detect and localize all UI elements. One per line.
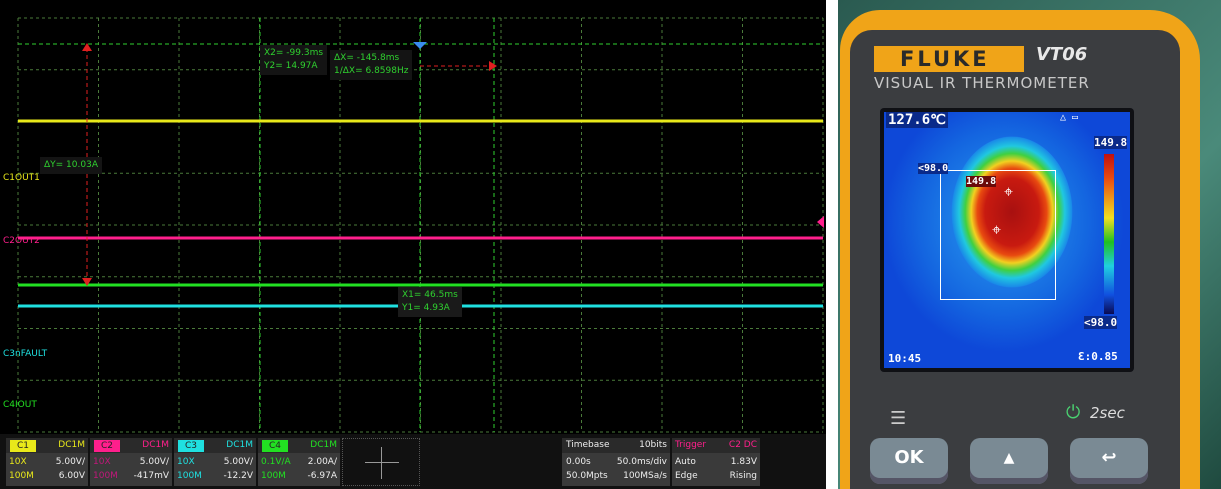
trigger-position-icon[interactable] xyxy=(413,42,427,49)
back-button[interactable]: ↩ xyxy=(1070,438,1148,484)
offset: -6.97A xyxy=(307,471,337,481)
trigger-level-icon[interactable] xyxy=(817,216,824,228)
offset: -12.2V xyxy=(223,471,253,481)
brand-logo: FLUKE xyxy=(874,46,1024,72)
scale: 5.00V/ xyxy=(223,457,253,467)
device-subtitle: VISUAL IR THERMOMETER xyxy=(874,74,1090,92)
channel-panel-c4[interactable]: C4 DC1M 0.1V/A 2.00A/ 100M -6.97A xyxy=(258,438,340,486)
coupling: DC1M xyxy=(310,440,337,450)
channel-panel-c3[interactable]: C3 DC1M 10X 5.00V/ 100M -12.2V xyxy=(174,438,256,486)
channel-tag: C1 xyxy=(10,440,36,452)
trigger-panel[interactable]: Trigger C2 DC Auto 1.83V Edge Rising xyxy=(672,438,760,486)
bandwidth: 100M xyxy=(9,471,34,481)
cursor-delta-readout: ΔX= -145.8ms 1/ΔX= 6.8598Hz xyxy=(330,50,413,80)
channel-tag: C4 xyxy=(262,440,288,452)
scale-max: 149.8 xyxy=(1094,136,1128,149)
hot-spot-crosshair-icon: ⌖ xyxy=(1004,182,1014,201)
model-name: VT06 xyxy=(1036,44,1088,65)
hot-spot-label: 149.8 xyxy=(966,176,997,187)
probe: 0.1V/A xyxy=(261,457,291,467)
coupling: DC1M xyxy=(226,440,253,450)
offset: -417mV xyxy=(133,471,169,481)
cursor-x2-readout: X2= -99.3ms Y2= 14.97A xyxy=(260,45,328,75)
clock: 10:45 xyxy=(888,352,922,365)
scale: 2.00A/ xyxy=(307,457,337,467)
timebase-panel[interactable]: Timebase 10bits 0.00s 50.0ms/div 50.0Mpts 1… xyxy=(562,438,670,486)
power-icon[interactable]: ⏻ xyxy=(1066,402,1080,423)
channel-label-c4: C4IOUT xyxy=(3,400,37,410)
bandwidth: 100M xyxy=(93,471,118,481)
oscilloscope-screen: C1OUT1 C2OUT2 C3nFAULT C4IOUT X2= -99.3m… xyxy=(0,0,826,489)
cursor-x1-readout: X1= 46.5ms Y1= 4.93A xyxy=(398,287,462,317)
ok-button[interactable]: OK xyxy=(870,438,948,484)
channel-panel-c2[interactable]: C2 DC1M 10X 5.00V/ 100M -417mV xyxy=(90,438,172,486)
center-temperature: 127.6℃ xyxy=(886,112,948,128)
channel-panel-c1[interactable]: C1 DC1M 10X 5.00V/ 100M 6.00V xyxy=(6,438,88,486)
color-scale-bar xyxy=(1104,154,1114,314)
emissivity: Ɛ:0.85 xyxy=(1078,350,1118,363)
probe: 10X xyxy=(93,457,111,467)
bandwidth: 100M xyxy=(177,471,202,481)
bandwidth: 100M xyxy=(261,471,286,481)
scale-min: <98.0 xyxy=(1084,316,1118,329)
scale: 5.00V/ xyxy=(139,457,169,467)
channel-label-c3: C3nFAULT xyxy=(3,349,48,359)
coupling: DC1M xyxy=(58,440,85,450)
center-crosshair-icon: ⌖ xyxy=(992,220,1002,239)
probe: 10X xyxy=(9,457,27,467)
offset: 6.00V xyxy=(58,471,85,481)
add-measurement-button[interactable] xyxy=(342,438,420,486)
scale: 5.00V/ xyxy=(55,457,85,467)
up-button[interactable]: ▲ xyxy=(970,438,1048,484)
channel-label-c2: C2OUT2 xyxy=(3,236,40,246)
channel-tag: C2 xyxy=(94,440,120,452)
status-bar: C1 DC1M 10X 5.00V/ 100M 6.00V C2 DC1M 10X 5… xyxy=(0,434,826,489)
coupling: DC1M xyxy=(142,440,169,450)
thermal-display: 127.6℃ △ ▭ 149.8 <98.0 <98.0 149.8 ⌖ ⌖ 1… xyxy=(880,108,1134,372)
timer-label: 2sec xyxy=(1090,404,1125,422)
thermometer-photo: FLUKE VT06 VISUAL IR THERMOMETER 127.6℃ … xyxy=(838,0,1221,489)
channel-label-c1: C1OUT1 xyxy=(3,173,40,183)
cold-spot-label: <98.0 xyxy=(918,163,949,174)
status-icons: △ ▭ xyxy=(1060,112,1079,123)
cursor-delta-y-readout: ΔY= 10.03A xyxy=(40,157,102,174)
waveform-grid xyxy=(17,17,824,433)
probe: 10X xyxy=(177,457,195,467)
menu-icon[interactable]: ☰ xyxy=(890,408,906,429)
channel-tag: C3 xyxy=(178,440,204,452)
